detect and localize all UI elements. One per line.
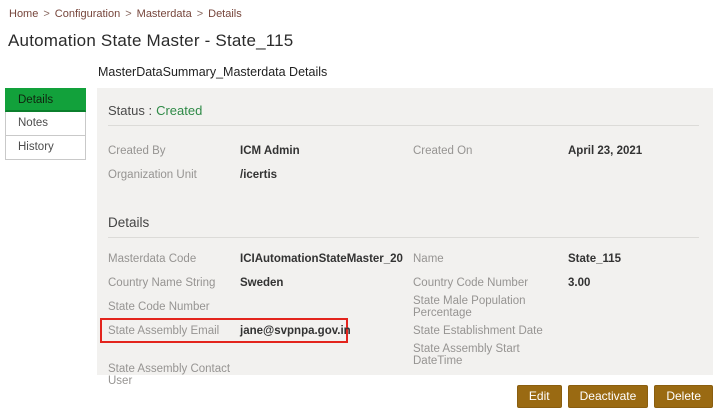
breadcrumb: Home > Configuration > Masterdata > Details: [9, 8, 242, 20]
field-label: Masterdata Code: [108, 253, 197, 265]
breadcrumb-configuration[interactable]: Configuration: [55, 8, 120, 20]
field-row-state-assembly-start-datetime: State Assembly Start DateTime: [413, 343, 699, 367]
field-row-state-code-number: State Code Number: [108, 295, 413, 319]
sidebar-item-details[interactable]: Details: [5, 88, 86, 112]
divider: [108, 237, 699, 238]
field-value: jane@svpnpa.gov.in: [240, 324, 351, 337]
breadcrumb-details[interactable]: Details: [208, 8, 242, 20]
breadcrumb-separator: >: [196, 8, 204, 20]
field-value: State_115: [568, 253, 622, 265]
breadcrumb-home[interactable]: Home: [9, 8, 38, 20]
field-value: 3.00: [568, 277, 591, 289]
field-row-name: Name State_115: [413, 247, 699, 271]
field-value: April 23, 2021: [568, 145, 643, 157]
field-label: State Establishment Date: [413, 325, 543, 337]
summary-section: Created By ICM Admin Organization Unit /…: [108, 139, 699, 187]
details-panel: Status : Created Created By ICM Admin Org…: [97, 88, 713, 387]
sidebar-tabs: Details Notes History: [5, 88, 86, 160]
field-row-state-male-population-percentage: State Male Population Percentage: [413, 295, 699, 319]
field-label: Organization Unit: [108, 169, 197, 181]
field-label: Created By: [108, 145, 166, 157]
field-row-created-on: Created On April 23, 2021: [413, 139, 699, 163]
field-value: /icertis: [240, 169, 278, 181]
field-value: Sweden: [240, 277, 284, 289]
field-label: State Assembly Email: [108, 324, 220, 337]
field-row-organization-unit: Organization Unit /icertis: [108, 163, 413, 187]
breadcrumb-separator: >: [43, 8, 50, 20]
field-label: State Assembly Start DateTime: [413, 343, 520, 367]
breadcrumb-masterdata[interactable]: Masterdata: [137, 8, 192, 20]
field-row-state-establishment-date: State Establishment Date: [413, 319, 699, 343]
field-row-created-by: Created By ICM Admin: [108, 139, 413, 163]
status-label: Status :: [108, 103, 153, 118]
field-value: ICM Admin: [240, 145, 300, 157]
field-label: Name: [413, 253, 444, 265]
tab-masterdata-summary[interactable]: MasterDataSummary_Masterdata Details: [98, 65, 327, 79]
field-label: State Male Population Percentage: [413, 295, 526, 319]
page-title: Automation State Master - State_115: [8, 31, 294, 50]
details-section: Masterdata Code ICIAutomationStateMaster…: [100, 247, 699, 387]
field-row-country-name-string: Country Name String Sweden: [108, 271, 413, 295]
sidebar-item-history[interactable]: History: [5, 136, 86, 160]
action-bar: Edit Deactivate Delete: [516, 385, 713, 408]
delete-button[interactable]: Delete: [654, 385, 713, 408]
status-heading: Status : Created: [108, 103, 699, 118]
breadcrumb-separator: >: [125, 8, 132, 20]
sidebar-item-notes[interactable]: Notes: [5, 112, 86, 136]
field-row-masterdata-code: Masterdata Code ICIAutomationStateMaster…: [108, 247, 413, 271]
edit-button[interactable]: Edit: [516, 385, 562, 408]
details-section-title: Details: [108, 215, 150, 230]
field-row-country-code-number: Country Code Number 3.00: [413, 271, 699, 295]
field-value: ICIAutomationStateMaster_20: [240, 253, 403, 265]
divider: [108, 125, 699, 126]
field-label: Country Name String: [108, 277, 216, 289]
deactivate-button[interactable]: Deactivate: [567, 385, 649, 408]
highlight-box: State Assembly Email jane@svpnpa.gov.in: [100, 318, 351, 343]
field-row-state-assembly-contact-user: State Assembly Contact User: [108, 363, 413, 387]
field-label: State Code Number: [108, 301, 210, 313]
field-label: State Assembly Contact User: [108, 363, 231, 387]
status-badge: Created: [156, 103, 203, 118]
field-label: Country Code Number: [413, 277, 529, 289]
field-label: Created On: [413, 145, 473, 157]
